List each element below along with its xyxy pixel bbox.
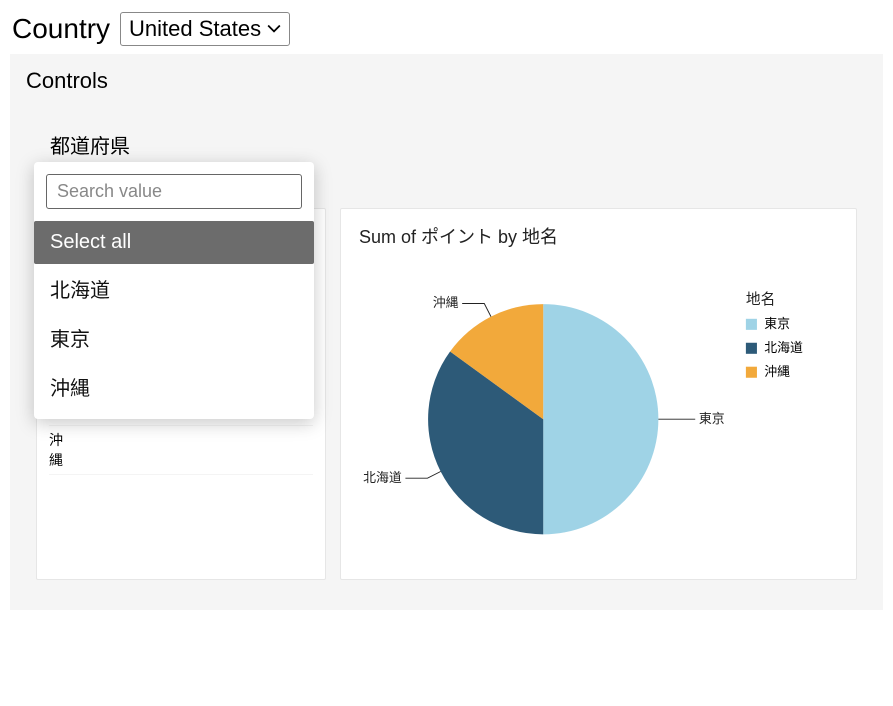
svg-text:北海道: 北海道 xyxy=(363,470,402,485)
chevron-down-icon xyxy=(267,22,281,36)
svg-text:沖縄: 沖縄 xyxy=(764,364,790,379)
dropdown-item[interactable]: 沖縄 xyxy=(34,362,314,411)
dropdown-items: Select all 北海道 東京 沖縄 xyxy=(34,221,314,419)
country-label: Country xyxy=(12,13,110,45)
pie-chart: 東京北海道沖縄地名東京北海道沖縄 xyxy=(359,265,838,555)
svg-text:沖縄: 沖縄 xyxy=(433,295,459,310)
right-card: Sum of ポイント by 地名 東京北海道沖縄地名東京北海道沖縄 xyxy=(340,208,857,580)
svg-text:東京: 東京 xyxy=(699,411,725,426)
controls-title: Controls xyxy=(26,68,867,94)
prefecture-dropdown: Select all 北海道 東京 沖縄 xyxy=(34,162,314,419)
dropdown-item[interactable]: 東京 xyxy=(34,313,314,362)
left-cell: 沖縄 xyxy=(49,430,58,470)
search-input[interactable] xyxy=(57,181,289,202)
country-select[interactable]: United States xyxy=(120,12,290,46)
dropdown-search xyxy=(46,174,302,209)
table-row: 沖縄 xyxy=(49,426,313,475)
prefecture-label: 都道府県 xyxy=(50,130,867,159)
dropdown-item-select-all[interactable]: Select all xyxy=(34,221,314,264)
dropdown-item[interactable]: 北海道 xyxy=(34,264,314,313)
controls-panel: Controls 都道府県 All Select all 北海道 東京 沖縄 S… xyxy=(10,54,883,610)
country-header-row: Country United States xyxy=(0,0,893,54)
dropdown-search-wrap xyxy=(34,162,314,221)
svg-text:東京: 東京 xyxy=(764,316,790,331)
svg-text:地名: 地名 xyxy=(746,291,775,308)
chart-title: Sum of ポイント by 地名 xyxy=(359,223,838,249)
country-select-value: United States xyxy=(129,16,261,42)
svg-text:北海道: 北海道 xyxy=(764,340,803,355)
